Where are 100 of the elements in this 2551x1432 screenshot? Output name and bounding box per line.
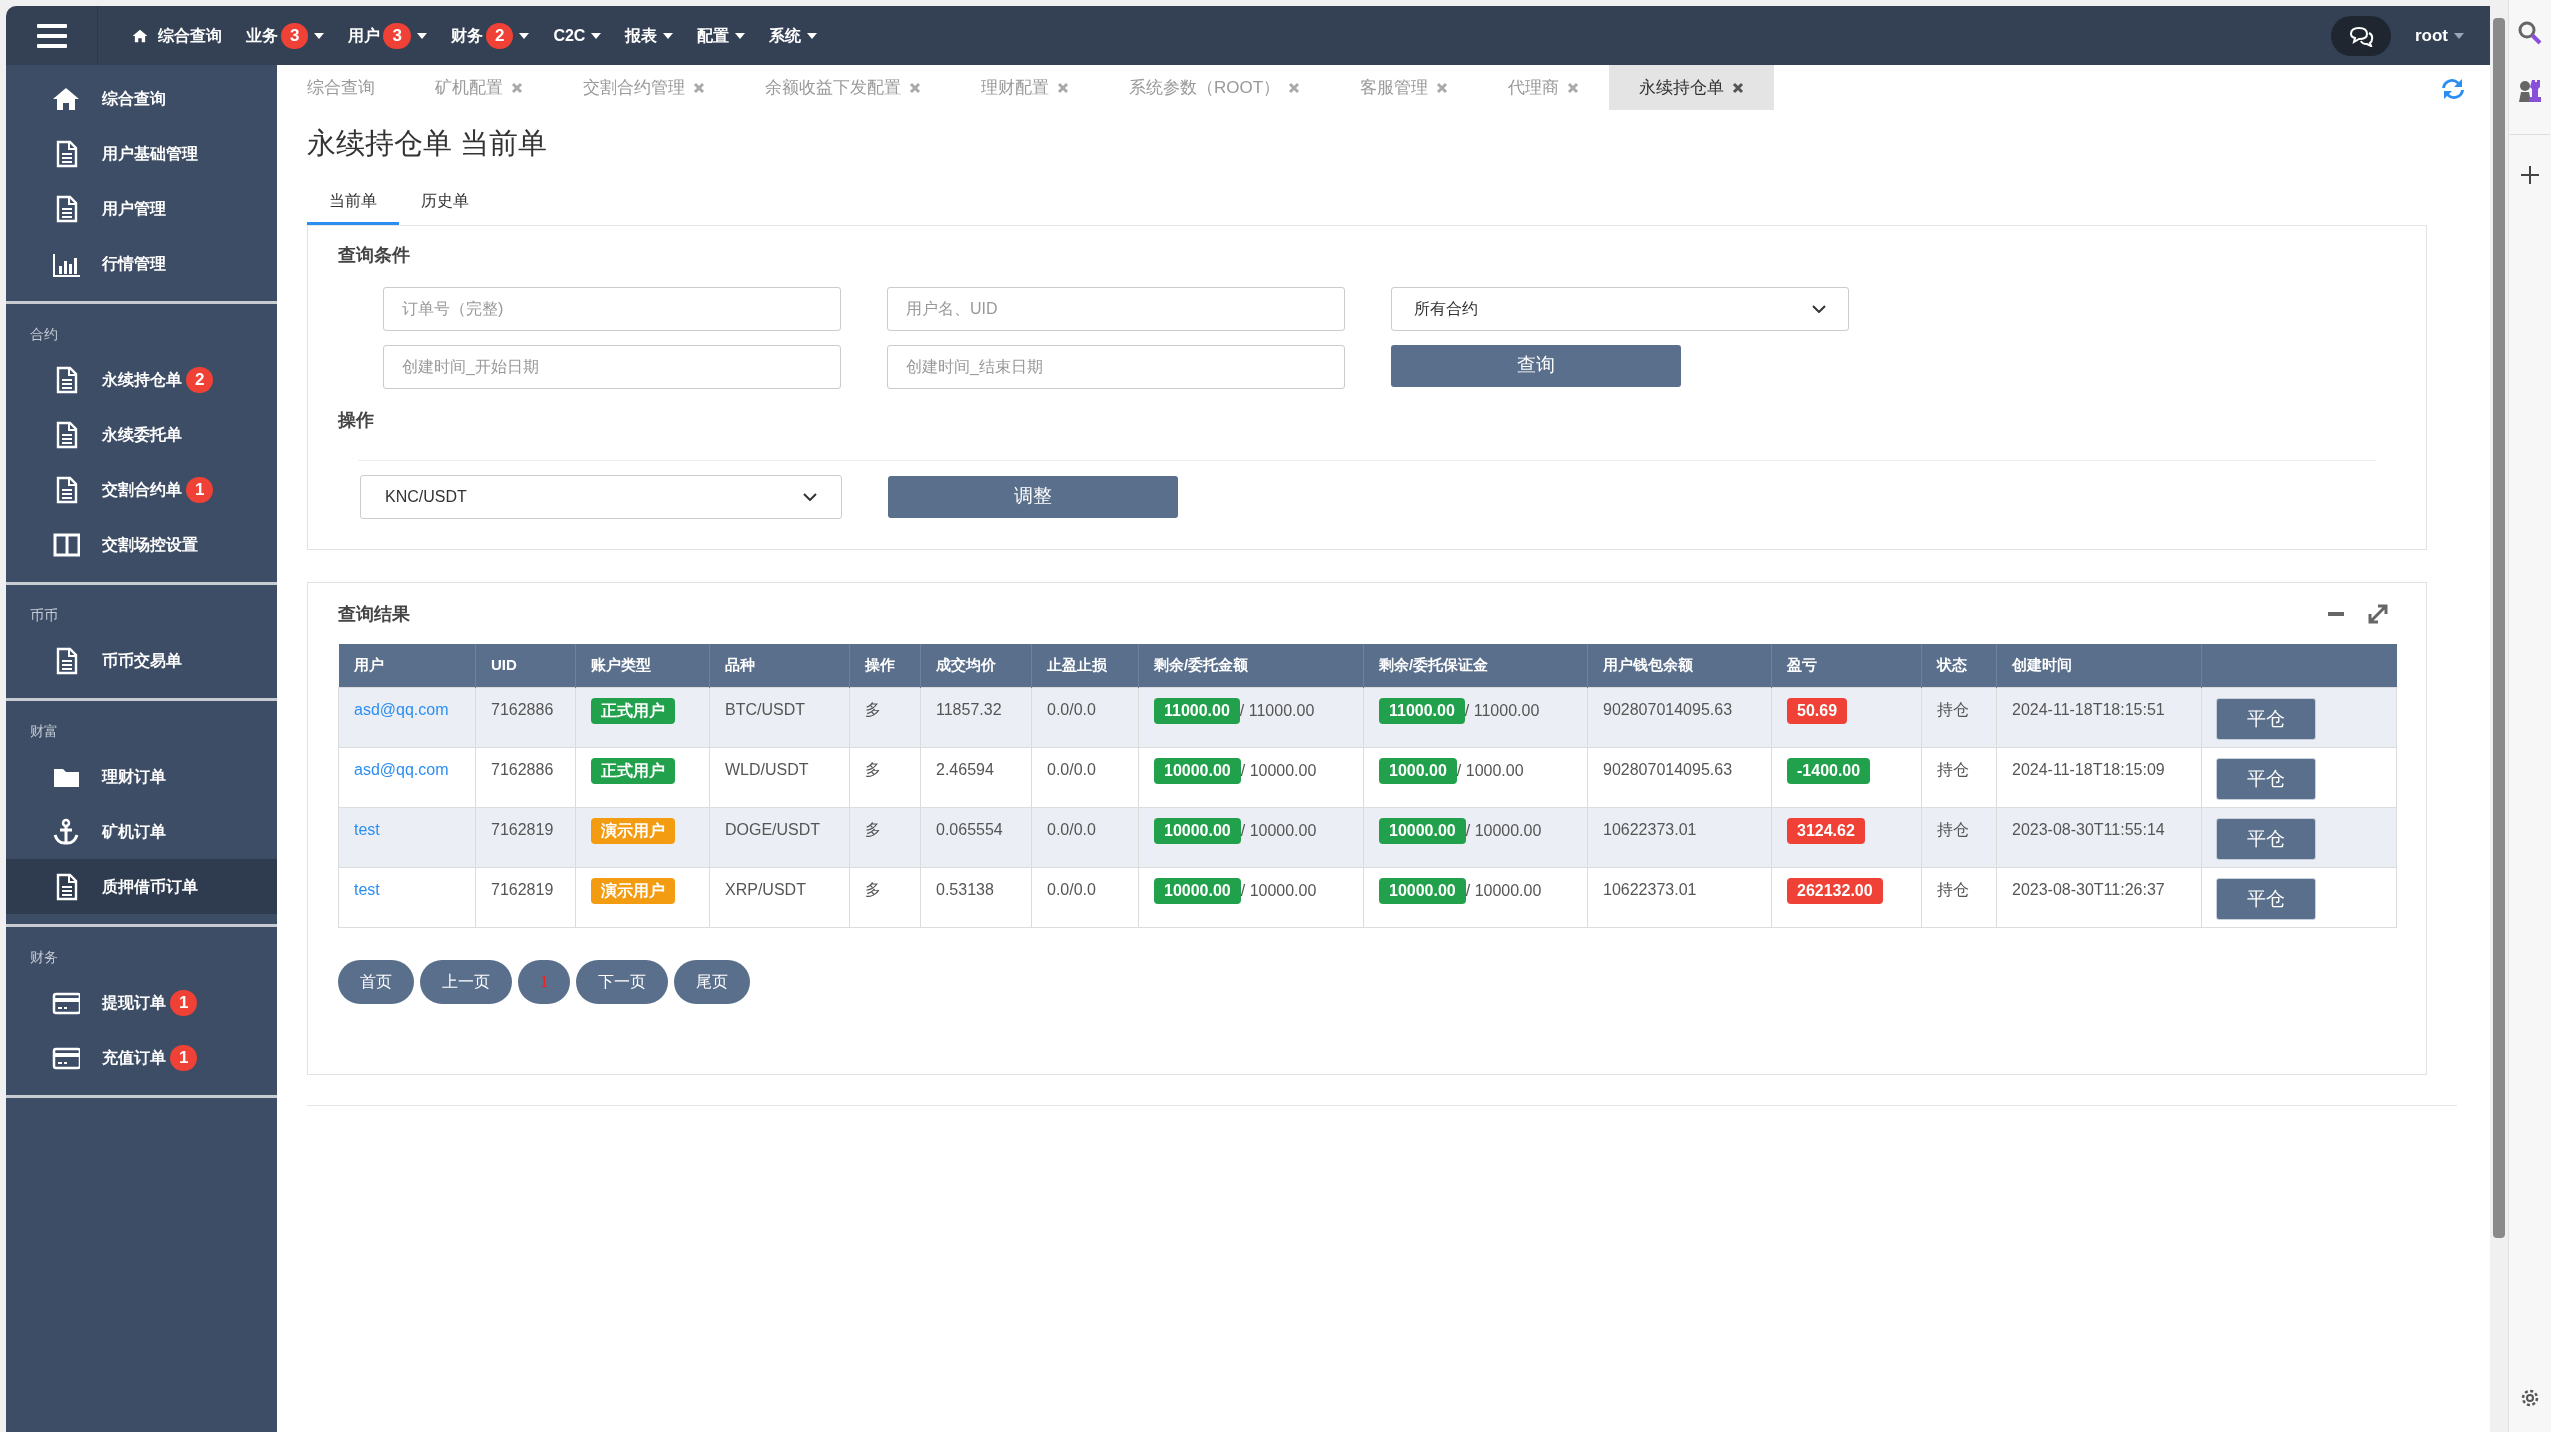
pagination-button[interactable]: 下一页 — [576, 960, 668, 1004]
close-position-button[interactable]: 平仓 — [2216, 818, 2316, 860]
sidebar-item[interactable]: 综合查询 — [6, 71, 277, 126]
nav-menu-item[interactable]: 系统 — [769, 23, 818, 48]
nav-menu-item[interactable]: 配置 — [697, 23, 746, 48]
table-cell: XRP/USDT — [709, 867, 850, 928]
sidebar-item[interactable]: 质押借币订单 — [6, 859, 277, 914]
column-header: 成交均价 — [920, 643, 1032, 688]
sidebar-item[interactable]: 提现订单 1 — [6, 975, 277, 1030]
sub-tab[interactable]: 历史单 — [399, 179, 491, 225]
close-position-button[interactable]: 平仓 — [2216, 878, 2316, 920]
table-cell: BTC/USDT — [709, 687, 850, 748]
sidebar-item[interactable]: 理财订单 — [6, 749, 277, 804]
anchor-icon — [52, 817, 80, 846]
nav-menu-item[interactable]: 报表 — [625, 23, 674, 48]
section-heading: 财务 — [29, 948, 59, 967]
sub-tab[interactable]: 当前单 — [307, 179, 399, 225]
margin-total: / 10000.00 — [1465, 822, 1542, 839]
sidebar-item[interactable]: 用户基础管理 — [6, 126, 277, 181]
column-header: 用户 — [338, 643, 476, 688]
table-cell: 0.0/0.0 — [1031, 687, 1139, 748]
chat-icon — [2347, 24, 2374, 47]
home-icon — [132, 27, 148, 44]
table-cell: 11857.32 — [920, 687, 1032, 748]
section-title: 操作 — [338, 408, 375, 432]
pagination-button[interactable]: 上一页 — [420, 960, 512, 1004]
amount-tag: 10000.00 — [1154, 758, 1241, 784]
margin-total: / 10000.00 — [1465, 882, 1542, 899]
expand-icon[interactable] — [2368, 604, 2388, 624]
input-field[interactable]: 订单号（完整) — [383, 286, 841, 331]
table-cell: 持仓 — [1921, 867, 1997, 928]
adjust-button[interactable]: 调整 — [888, 475, 1178, 518]
account-type-tag: 演示用户 — [591, 878, 675, 904]
table-cell: 0.065554 — [920, 807, 1032, 868]
section-title: 查询结果 — [338, 602, 410, 626]
table-cell: 多 — [849, 687, 921, 748]
close-position-button[interactable]: 平仓 — [2216, 698, 2316, 740]
sidebar-item[interactable]: 永续委托单 — [6, 407, 277, 462]
sidebar-item[interactable]: 交割场控设置 — [6, 517, 277, 572]
amount-tag: 10000.00 — [1154, 818, 1241, 844]
dropdown-field[interactable]: KNC/USDT — [360, 474, 842, 519]
user-link[interactable]: asd@qq.com — [354, 761, 449, 778]
sidebar-item[interactable]: 用户管理 — [6, 181, 277, 236]
count-badge: 2 — [485, 22, 514, 49]
nav-menu-item[interactable]: 综合查询 — [132, 23, 222, 48]
add-icon[interactable] — [2520, 165, 2540, 185]
sidebar-item[interactable]: 矿机订单 — [6, 804, 277, 859]
section-heading: 合约 — [29, 325, 59, 344]
margin-tag: 10000.00 — [1379, 878, 1466, 904]
amount-total: / 10000.00 — [1240, 882, 1317, 899]
input-field[interactable]: 用户名、UID — [887, 286, 1345, 331]
input-field[interactable]: 创建时间_开始日期 — [383, 344, 841, 389]
search-button[interactable]: 查询 — [1391, 344, 1681, 387]
user-link[interactable]: test — [354, 881, 380, 898]
nav-menu-item[interactable]: 财务 2 — [450, 22, 530, 49]
table-cell: 2023-08-30T11:26:37 — [1996, 867, 2202, 928]
sidebar-item[interactable]: 交割合约单 1 — [6, 462, 277, 517]
chat-button[interactable] — [2330, 15, 2391, 56]
sidebar-item[interactable]: 充值订单 1 — [6, 1030, 277, 1085]
table-cell: 7162819 — [475, 807, 576, 868]
pagination-button[interactable]: 尾页 — [674, 960, 750, 1004]
table-cell: 902807014095.63 — [1587, 747, 1772, 808]
dropdown-field[interactable]: 所有合约 — [1391, 286, 1849, 331]
margin-tag: 1000.00 — [1379, 758, 1457, 784]
count-badge: 1 — [170, 1044, 198, 1071]
amount-total: / 11000.00 — [1239, 702, 1315, 719]
table-cell: 持仓 — [1921, 687, 1997, 748]
table-cell: 10622373.01 — [1587, 807, 1772, 868]
table-cell: 0.0/0.0 — [1031, 747, 1139, 808]
column-header: 剩余/委托保证金 — [1363, 643, 1588, 688]
profit-loss-tag: -1400.00 — [1787, 758, 1871, 784]
input-field[interactable]: 创建时间_结束日期 — [887, 344, 1345, 389]
count-badge: 1 — [170, 989, 198, 1016]
sidebar-item[interactable]: 永续持仓单 2 — [6, 352, 277, 407]
count-badge: 2 — [186, 366, 214, 393]
nav-menu-item[interactable]: 用户 3 — [348, 22, 427, 49]
sidebar-item[interactable]: 行情管理 — [6, 236, 277, 291]
search-icon[interactable] — [2517, 20, 2543, 46]
nav-menu-item[interactable]: 业务 3 — [246, 22, 325, 49]
page-tab[interactable]: 永续持仓单 — [1609, 65, 1775, 110]
close-position-button[interactable]: 平仓 — [2216, 758, 2316, 800]
user-menu[interactable]: root — [2414, 22, 2464, 49]
chevron-down-icon — [1812, 304, 1826, 313]
profit-loss-tag: 262132.00 — [1787, 878, 1883, 904]
sidebar-item[interactable]: 币币交易单 — [6, 633, 277, 688]
pagination-button[interactable]: 首页 — [338, 960, 414, 1004]
table-cell: 持仓 — [1921, 807, 1997, 868]
table-cell: 多 — [849, 867, 921, 928]
column-header: 剩余/委托金额 — [1138, 643, 1364, 688]
table-cell: 902807014095.63 — [1587, 687, 1772, 748]
table-cell: 2024-11-18T18:15:09 — [1996, 747, 2202, 808]
column-header: 品种 — [709, 643, 850, 688]
column-header: 创建时间 — [1996, 643, 2202, 688]
count-badge: 1 — [186, 476, 214, 503]
table-cell: 10622373.01 — [1587, 867, 1772, 928]
section-heading: 币币 — [29, 606, 59, 625]
nav-menu-item[interactable]: C2C — [553, 23, 602, 48]
menu-icon[interactable] — [36, 23, 67, 48]
amount-total: / 10000.00 — [1240, 822, 1317, 839]
scroll-bar[interactable] — [2493, 18, 2505, 1238]
